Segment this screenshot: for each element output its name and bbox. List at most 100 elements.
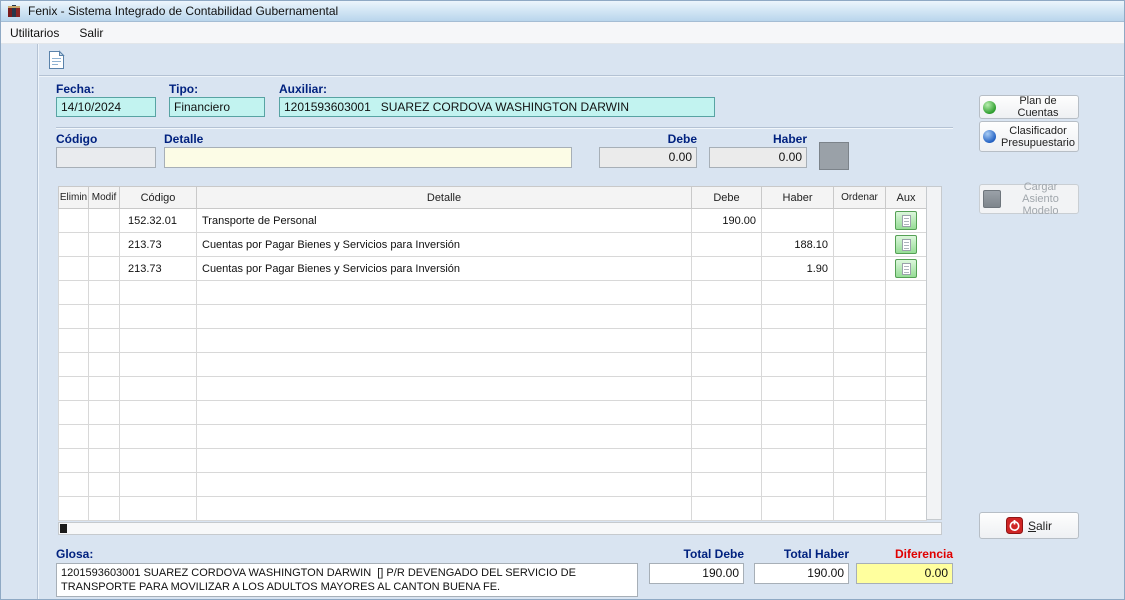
elimin-cell[interactable] (59, 425, 89, 449)
elimin-cell[interactable] (59, 353, 89, 377)
debe-entry-field[interactable]: 0.00 (599, 147, 697, 168)
ordenar-cell[interactable] (834, 233, 886, 257)
modif-cell[interactable] (89, 449, 120, 473)
table-row[interactable] (59, 329, 927, 353)
elimin-cell[interactable] (59, 497, 89, 521)
modif-cell[interactable] (89, 305, 120, 329)
entries-table-body: 152.32.01 Transporte de Personal 190.00 … (59, 209, 927, 521)
new-document-button[interactable] (43, 48, 69, 72)
elimin-cell[interactable] (59, 257, 89, 281)
cargar-asiento-modelo-button[interactable]: Cargar Asiento Modelo (979, 184, 1079, 214)
aux-cell (886, 305, 927, 329)
table-row[interactable] (59, 497, 927, 521)
ordenar-cell[interactable] (834, 329, 886, 353)
modif-cell[interactable] (89, 329, 120, 353)
elimin-cell[interactable] (59, 305, 89, 329)
total-haber-label: Total Haber (754, 547, 849, 561)
aux-button[interactable] (895, 211, 917, 230)
table-row[interactable]: 152.32.01 Transporte de Personal 190.00 (59, 209, 927, 233)
ordenar-header: Ordenar (834, 187, 886, 209)
ordenar-cell[interactable] (834, 209, 886, 233)
codigo-header: Código (120, 187, 197, 209)
ordenar-cell[interactable] (834, 497, 886, 521)
modif-cell[interactable] (89, 257, 120, 281)
glosa-field[interactable]: 1201593603001 SUAREZ CORDOVA WASHINGTON … (56, 563, 638, 597)
table-row[interactable] (59, 353, 927, 377)
detalle-cell: Cuentas por Pagar Bienes y Servicios par… (197, 233, 692, 257)
aux-button[interactable] (895, 259, 917, 278)
codigo-cell (120, 329, 197, 353)
ordenar-cell[interactable] (834, 281, 886, 305)
haber-entry-field[interactable]: 0.00 (709, 147, 807, 168)
modif-cell[interactable] (89, 401, 120, 425)
modif-cell[interactable] (89, 353, 120, 377)
modif-cell[interactable] (89, 377, 120, 401)
plan-de-cuentas-label: Plan de Cuentas (1001, 95, 1075, 119)
total-debe-field: 190.00 (649, 563, 744, 584)
modif-cell[interactable] (89, 497, 120, 521)
modif-cell[interactable] (89, 473, 120, 497)
ordenar-cell[interactable] (834, 353, 886, 377)
haber-header: Haber (762, 187, 834, 209)
codigo-cell (120, 353, 197, 377)
elimin-cell[interactable] (59, 473, 89, 497)
ordenar-cell[interactable] (834, 257, 886, 281)
elimin-cell[interactable] (59, 209, 89, 233)
ordenar-cell[interactable] (834, 449, 886, 473)
model-entry-icon (983, 190, 1001, 208)
table-row[interactable]: 213.73 Cuentas por Pagar Bienes y Servic… (59, 233, 927, 257)
table-row[interactable] (59, 425, 927, 449)
table-row[interactable] (59, 305, 927, 329)
elimin-cell[interactable] (59, 377, 89, 401)
debe-header: Debe (692, 187, 762, 209)
add-entry-button[interactable] (819, 142, 849, 170)
glosa-label: Glosa: (56, 547, 93, 561)
scrollbar-thumb[interactable] (60, 524, 67, 533)
plan-de-cuentas-button[interactable]: Plan de Cuentas (979, 95, 1079, 119)
table-row[interactable] (59, 449, 927, 473)
modif-cell[interactable] (89, 209, 120, 233)
haber-cell (762, 473, 834, 497)
codigo-cell: 213.73 (120, 233, 197, 257)
table-row[interactable] (59, 377, 927, 401)
auxiliar-field[interactable]: 1201593603001 SUAREZ CORDOVA WASHINGTON … (279, 97, 715, 117)
ordenar-cell[interactable] (834, 305, 886, 329)
table-horizontal-scrollbar[interactable] (58, 522, 942, 535)
ordenar-cell[interactable] (834, 377, 886, 401)
elimin-cell[interactable] (59, 281, 89, 305)
aux-header: Aux (886, 187, 927, 209)
detalle-cell (197, 449, 692, 473)
power-icon (1006, 517, 1023, 534)
table-row[interactable] (59, 281, 927, 305)
codigo-cell (120, 449, 197, 473)
menu-item-utilitarios[interactable]: Utilitarios (10, 26, 59, 40)
modif-cell[interactable] (89, 425, 120, 449)
modif-cell[interactable] (89, 233, 120, 257)
table-vertical-scrollbar[interactable] (926, 186, 942, 520)
detalle-entry-field[interactable] (164, 147, 572, 168)
elimin-cell[interactable] (59, 329, 89, 353)
ordenar-cell[interactable] (834, 473, 886, 497)
tipo-field[interactable]: Financiero (169, 97, 265, 117)
table-row[interactable] (59, 401, 927, 425)
fecha-field[interactable]: 14/10/2024 (56, 97, 156, 117)
modif-cell[interactable] (89, 281, 120, 305)
table-row[interactable] (59, 473, 927, 497)
elimin-cell[interactable] (59, 401, 89, 425)
clasificador-presupuestario-button[interactable]: Clasificador Presupuestario (979, 121, 1079, 152)
salir-button[interactable]: Salir (979, 512, 1079, 539)
elimin-cell[interactable] (59, 449, 89, 473)
codigo-entry-field[interactable] (56, 147, 156, 168)
left-panel-divider (37, 44, 39, 600)
detalle-cell: Transporte de Personal (197, 209, 692, 233)
aux-button[interactable] (895, 235, 917, 254)
document-icon (902, 263, 911, 275)
salir-button-label: Salir (1028, 520, 1052, 532)
ordenar-cell[interactable] (834, 401, 886, 425)
titlebar: Fenix - Sistema Integrado de Contabilida… (1, 1, 1125, 22)
table-row[interactable]: 213.73 Cuentas por Pagar Bienes y Servic… (59, 257, 927, 281)
ordenar-cell[interactable] (834, 425, 886, 449)
menu-item-salir[interactable]: Salir (79, 26, 103, 40)
elimin-cell[interactable] (59, 233, 89, 257)
total-debe-label: Total Debe (649, 547, 744, 561)
